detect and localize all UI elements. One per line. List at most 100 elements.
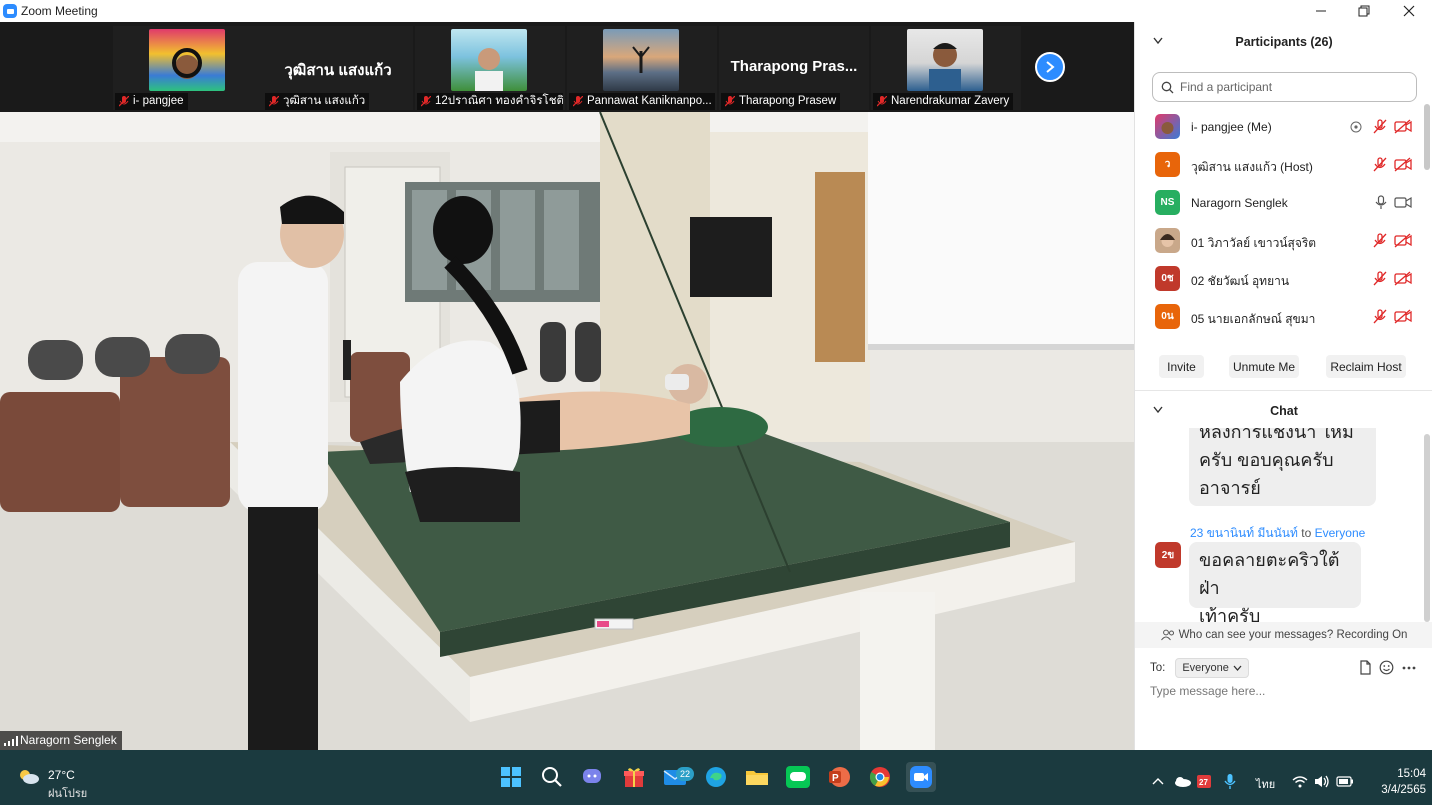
avatar: NS: [1155, 190, 1180, 215]
zoom-logo-icon: [3, 4, 17, 18]
participant-name: Naragorn Senglek: [1191, 196, 1288, 210]
next-page-button[interactable]: [1035, 52, 1065, 82]
windows-icon: [501, 767, 521, 787]
side-panel: Participants (26) i- pangjee (Me) ว วุฒิ…: [1134, 22, 1432, 750]
search-button[interactable]: [537, 762, 567, 792]
mic-muted-icon: [877, 96, 887, 107]
calendar-badge-icon[interactable]: 27: [1196, 773, 1212, 789]
tile-name-label: Narendrakumar Zavery: [873, 93, 1014, 110]
tile-name-label: Pannawat Kaniknanpo...: [569, 93, 715, 110]
video-tile[interactable]: i- pangjee: [113, 26, 263, 110]
video-icon: [1394, 196, 1412, 209]
chrome-button[interactable]: [865, 762, 895, 792]
recipient[interactable]: Everyone: [1315, 526, 1366, 540]
gift-app-button[interactable]: [619, 762, 649, 792]
edge-browser-button[interactable]: [701, 762, 731, 792]
video-tile[interactable]: Pannawat Kaniknanpo...: [567, 26, 717, 110]
mic-muted-icon: [269, 96, 279, 107]
participant-row[interactable]: NS Naragorn Senglek: [1135, 184, 1425, 222]
video-tile[interactable]: Narendrakumar Zavery: [871, 26, 1021, 110]
chevron-up-icon[interactable]: [1152, 777, 1164, 785]
participant-search[interactable]: [1152, 72, 1417, 102]
input-language[interactable]: ไทย: [1256, 775, 1275, 793]
participant-scrollbar[interactable]: [1424, 104, 1430, 170]
teams-chat-icon: [583, 769, 601, 783]
video-tile[interactable]: 12ปราณิศา ทองคำจิรโชติ: [415, 26, 565, 110]
video-area: i- pangjee วุฒิสาน แสงแก้ว วุฒิสาน แสงแก…: [0, 22, 1134, 750]
participant-list: i- pangjee (Me) ว วุฒิสาน แสงแก้ว (Host)…: [1135, 108, 1425, 340]
mic-muted-icon: [1373, 309, 1387, 324]
weather-cloud-icon[interactable]: [18, 768, 40, 786]
weather-description[interactable]: ฝนโปรย: [48, 784, 87, 802]
participant-name: วุฒิสาน แสงแก้ว (Host): [1191, 160, 1313, 174]
chat-message-input[interactable]: [1150, 684, 1420, 698]
participants-header[interactable]: Participants (26): [1135, 28, 1432, 56]
powerpoint-button[interactable]: P: [824, 762, 854, 792]
participant-name: 05 นายเอกลักษณ์ สุขมา: [1191, 312, 1316, 326]
file-icon[interactable]: [1359, 660, 1372, 675]
clock-date[interactable]: 3/4/2565: [1366, 784, 1426, 796]
chat-header[interactable]: Chat: [1135, 397, 1432, 425]
close-button[interactable]: [1386, 0, 1432, 22]
chevron-down-icon: [1233, 665, 1242, 671]
participant-row[interactable]: 0น 05 นายเอกลักษณ์ สุขมา: [1135, 298, 1425, 336]
volume-icon[interactable]: [1314, 775, 1330, 788]
chat-app-button[interactable]: [578, 762, 608, 792]
participant-row[interactable]: 01 วิภาวัลย์ เขาวน์สุจริต: [1135, 222, 1425, 260]
sender-name[interactable]: 23 ขนานินท์ มีนนันท์: [1190, 526, 1298, 540]
video-tile[interactable]: Tharapong Pras... Tharapong Prasew: [719, 26, 869, 110]
mic-muted-icon: [573, 96, 583, 107]
invite-button[interactable]: Invite: [1159, 355, 1204, 378]
wifi-icon[interactable]: [1292, 775, 1308, 788]
onedrive-cloud-icon[interactable]: [1173, 776, 1191, 787]
clock-time[interactable]: 15:04: [1372, 768, 1426, 780]
participant-row[interactable]: i- pangjee (Me): [1135, 108, 1425, 146]
svg-text:27: 27: [1199, 778, 1208, 787]
battery-icon[interactable]: [1336, 776, 1354, 787]
line-icon: [786, 766, 810, 788]
participant-row[interactable]: ว วุฒิสาน แสงแก้ว (Host): [1135, 146, 1425, 184]
chat-sender-line: 23 ขนานินท์ มีนนันท์ to Everyone: [1190, 524, 1365, 543]
mic-icon[interactable]: [1224, 773, 1236, 790]
recording-notice[interactable]: Who can see your messages? Recording On: [1135, 622, 1432, 648]
reclaim-host-button[interactable]: Reclaim Host: [1326, 355, 1406, 378]
gift-icon: [624, 768, 644, 787]
restore-button[interactable]: [1341, 0, 1387, 22]
unmute-me-button[interactable]: Unmute Me: [1229, 355, 1299, 378]
search-icon: [542, 767, 562, 787]
zoom-app-button[interactable]: [906, 762, 936, 792]
avatar: 0น: [1155, 304, 1180, 329]
participant-photo: [907, 29, 983, 91]
participant-name: i- pangjee (Me): [1191, 120, 1272, 134]
chat-scrollbar[interactable]: [1424, 434, 1430, 622]
start-button[interactable]: [496, 762, 526, 792]
chat-messages: หลังการแช่งน้ำ ใหม่ ครับ ขอบคุณครับ อาจา…: [1135, 428, 1423, 624]
mic-icon: [1375, 195, 1387, 209]
recipient-select[interactable]: Everyone: [1175, 658, 1249, 678]
video-off-icon: [1394, 157, 1412, 172]
participant-row[interactable]: 0ช 02 ชัยวัฒน์ อุทยาน: [1135, 260, 1425, 298]
tile-name-label: 12ปราณิศา ทองคำจิรโชติ: [417, 93, 563, 110]
mic-muted-icon: [1373, 119, 1387, 134]
avatar: [1155, 114, 1180, 139]
chevron-right-icon: [1046, 61, 1055, 73]
speaker-name-tag: Naragorn Senglek: [0, 731, 122, 750]
mail-badge: 22: [676, 767, 694, 781]
video-off-icon: [1394, 119, 1412, 134]
emoji-icon[interactable]: [1379, 660, 1394, 675]
line-app-button[interactable]: [783, 762, 813, 792]
svg-text:P: P: [832, 773, 839, 784]
taskbar: 27°C ฝนโปรย P 27 ไทย 15:04 3/4/2565: [0, 750, 1432, 805]
file-explorer-button[interactable]: [742, 762, 772, 792]
temperature[interactable]: 27°C: [48, 768, 75, 782]
chevron-down-icon: [1153, 37, 1163, 45]
participant-search-input[interactable]: [1180, 80, 1400, 94]
video-tile[interactable]: วุฒิสาน แสงแก้ว วุฒิสาน แสงแก้ว: [263, 26, 413, 110]
people-icon: [1160, 629, 1174, 641]
chrome-icon: [869, 767, 890, 787]
chat-bubble: ขอคลายตะคริวใต้ฝ่า เท้าครับ: [1189, 542, 1361, 624]
folder-icon: [746, 771, 768, 785]
zoom-icon: [910, 766, 932, 788]
more-icon[interactable]: [1402, 666, 1416, 670]
minimize-button[interactable]: [1298, 0, 1344, 22]
